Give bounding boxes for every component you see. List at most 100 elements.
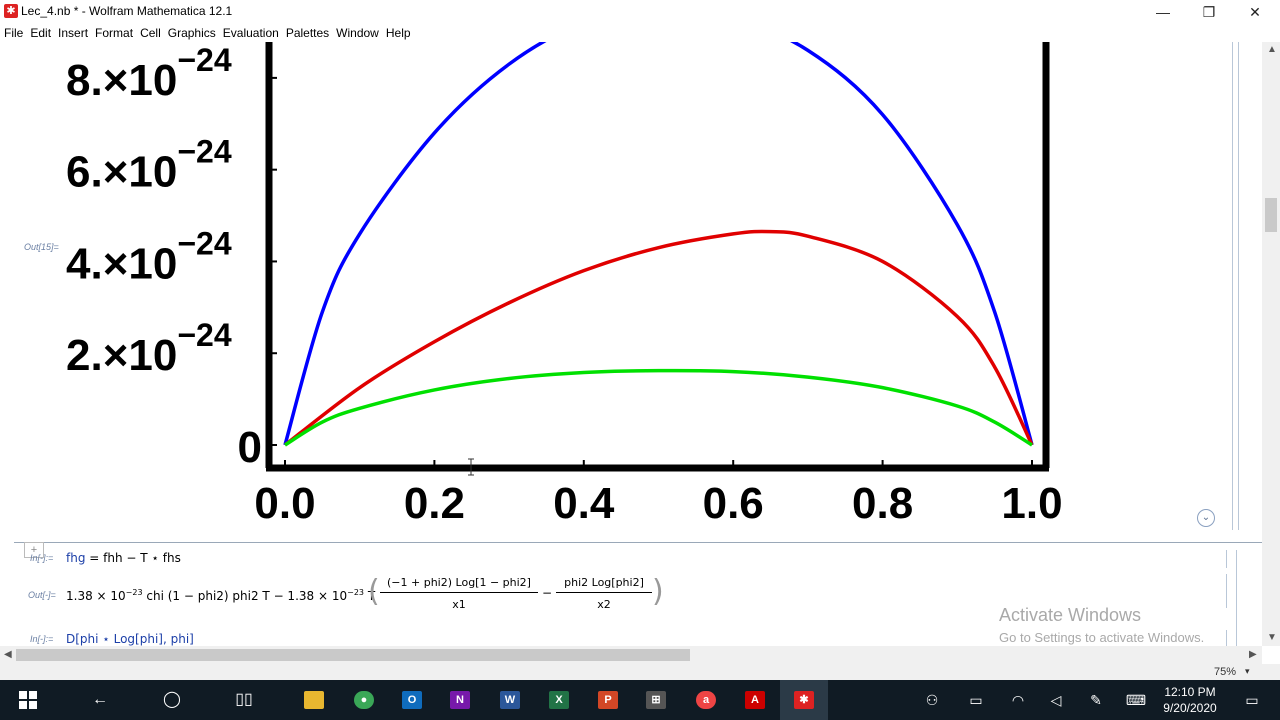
input-1-rest: − T ⋆ fhs [122,551,181,565]
fraction-1-den: x1 [452,598,466,611]
output-2-minus: − [542,586,553,600]
mathematica-icon: ✱ [4,4,18,18]
series-line-2 [284,368,1033,447]
excel-icon[interactable]: X [535,680,583,720]
output-2-exp2: −23 [347,588,364,597]
series-line-0 [283,42,1034,446]
chrome-icon[interactable]: ● [340,680,388,720]
in-label-3: In[-]:= [30,634,54,644]
menu-evaluation[interactable]: Evaluation [219,24,282,40]
battery-icon[interactable]: ▭ [952,680,1000,720]
clock-date: 9/20/2020 [1163,701,1217,715]
fraction-1-num: (−1 + phi2) Log[1 − phi2] [380,576,538,593]
notebook-area[interactable]: Out[15]= 0.0 0.2 0.4 0.6 0.8 1.0 0 2.×10−24 4.×1… [0,42,1262,646]
menu-format[interactable]: Format [91,24,136,40]
vertical-scroll-thumb[interactable] [1265,198,1277,232]
task-view-icon[interactable]: ▯▯ [220,680,268,720]
x-tick-label: 0.8 [852,479,913,528]
people-icon[interactable]: ⚇ [908,680,956,720]
zoom-chevron-icon[interactable]: ▾ [1245,666,1250,677]
x-tick-label: 0.4 [553,479,615,528]
input-cell-1[interactable]: fhg = fhh − T ⋆ fhs [66,551,181,565]
in-label-1: In[-]:= [30,553,54,563]
output-2-prefix: 1.38 × 10 [66,589,126,603]
text-cursor-icon [466,458,476,476]
scroll-up-arrow-icon[interactable]: ▲ [1267,44,1277,55]
menu-help[interactable]: Help [382,24,414,40]
scroll-down-arrow-icon[interactable]: ▼ [1267,632,1277,643]
cell-bracket-output-2[interactable] [1222,574,1227,608]
output-cell-2: 1.38 × 10−23 chi (1 − phi2) phi2 T − 1.3… [66,588,375,603]
cell-bracket-group[interactable] [1236,42,1239,530]
title-bar: ✱ Lec_4.nb * - Wolfram Mathematica 12.1 … [0,0,1280,24]
y-tick-label: 4.×10−24 [66,225,232,288]
scroll-right-arrow-icon[interactable]: ▶ [1249,649,1257,660]
horizontal-scrollbar[interactable]: ◀ ▶ [0,646,1262,664]
output-2-mid: chi (1 − phi2) phi2 T − 1.38 × 10 [142,589,348,603]
vertical-scrollbar[interactable]: ▲ ▼ [1262,42,1280,646]
powerpoint-icon[interactable]: P [584,680,632,720]
output-2-paren-right: ) [652,574,664,609]
word-icon[interactable]: W [486,680,534,720]
menu-window[interactable]: Window [332,24,382,40]
zoom-level[interactable]: 75% [1214,666,1236,678]
cell-bracket-input-3[interactable] [1222,630,1227,646]
menu-file[interactable]: File [0,24,26,40]
back-arrow-icon[interactable]: ← [76,680,124,720]
mathematica-taskbar-icon[interactable]: ✱ [780,680,828,720]
cell-bracket-group-2[interactable] [1232,550,1237,646]
x-tick-label: 0.2 [404,479,465,528]
menu-edit[interactable]: Edit [26,24,54,40]
x-tick-label: 1.0 [1001,479,1062,528]
onenote-icon[interactable]: N [436,680,484,720]
cell-bracket-input-1[interactable] [1222,550,1227,568]
output-2-paren-left: ( [368,574,380,609]
fraction-2: phi2 Log[phi2] x2 [556,576,652,611]
y-tick-label: 8.×10−24 [66,42,232,105]
menu-palettes[interactable]: Palettes [282,24,332,40]
y-tick-label: 2.×10−24 [66,317,232,380]
maximize-button[interactable]: ❐ [1186,0,1232,24]
menu-bar: File Edit Insert Format Cell Graphics Evaluati… [0,24,1280,42]
watermark-subtitle: Go to Settings to activate Windows. [999,630,1205,645]
cell-bracket-plot[interactable] [1226,42,1233,530]
outlook-icon[interactable]: O [388,680,436,720]
plot-graphic[interactable]: 0.0 0.2 0.4 0.6 0.8 1.0 02.×10−24 4.×10−24 6.×10… [0,42,1100,532]
search-icon[interactable]: ◯ [148,680,196,720]
status-bar: 75% ▾ [0,664,1280,680]
store-icon[interactable]: ⊞ [632,680,680,720]
taskbar-clock[interactable]: 12:10 PM 9/20/2020 [1150,684,1230,716]
watermark-title: Activate Windows [999,605,1142,625]
scroll-down-icon[interactable]: ⌄ [1197,509,1215,527]
menu-graphics[interactable]: Graphics [164,24,219,40]
input-cell-3[interactable]: D[phi ⋆ Log[phi], phi] [66,632,194,646]
close-button[interactable]: ✕ [1232,0,1278,24]
minimize-button[interactable]: — [1140,0,1186,24]
menu-insert[interactable]: Insert [54,24,91,40]
cell-insertion-line[interactable] [14,542,1262,543]
file-explorer-icon[interactable] [290,680,338,720]
horizontal-scroll-thumb[interactable] [16,649,690,661]
acrobat-icon[interactable]: A [731,680,779,720]
app-a-icon[interactable]: a [682,680,730,720]
y-tick-label: 0 [238,423,262,472]
clock-time: 12:10 PM [1164,685,1216,699]
input-1-var: fhg [66,551,86,565]
menu-cell[interactable]: Cell [136,24,164,40]
x-tick-label: 0.6 [703,479,764,528]
series-line-1 [283,229,1034,447]
fraction-2-den: x2 [597,598,611,611]
input-1-rhs: fhh [103,551,123,565]
window-title: Lec_4.nb * - Wolfram Mathematica 12.1 [21,4,233,18]
fraction-1: (−1 + phi2) Log[1 − phi2] x1 [380,576,538,611]
activation-watermark: Activate Windows Go to Settings to activ… [999,605,1204,645]
windows-start-icon[interactable] [4,680,52,720]
x-tick-label: 0.0 [254,479,315,528]
out-label-2: Out[-]= [28,590,56,600]
y-tick-label: 6.×10−24 [66,134,232,197]
notification-icon[interactable]: ▭ [1228,680,1276,720]
fraction-2-num: phi2 Log[phi2] [556,576,652,593]
output-2-exp1: −23 [125,588,143,597]
input-1-eq: = [85,551,104,565]
scroll-left-arrow-icon[interactable]: ◀ [4,649,12,660]
